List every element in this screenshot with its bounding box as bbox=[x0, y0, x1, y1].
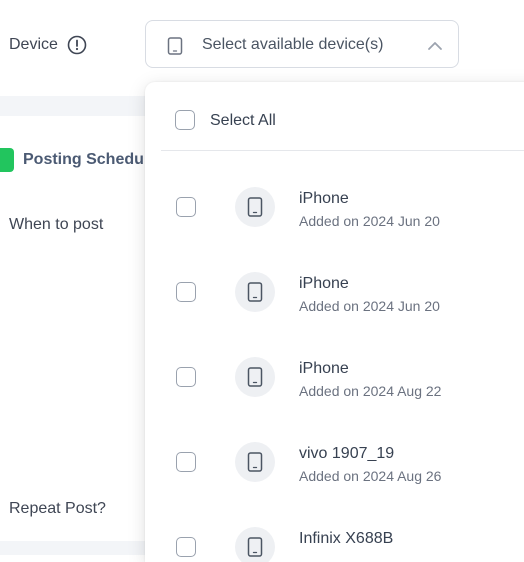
phone-icon bbox=[167, 37, 183, 60]
device-avatar bbox=[235, 357, 275, 397]
device-added-date: Added on 2024 Jun 20 bbox=[299, 298, 440, 314]
device-checkbox[interactable] bbox=[176, 452, 196, 472]
when-to-post-label: When to post bbox=[9, 216, 104, 233]
chevron-up-icon[interactable] bbox=[427, 39, 443, 57]
device-select[interactable]: Select available device(s) bbox=[145, 20, 459, 68]
device-option[interactable]: vivo 1907_19 Added on 2024 Aug 26 bbox=[145, 429, 524, 489]
exclamation-circle-icon[interactable] bbox=[67, 35, 87, 55]
phone-icon bbox=[247, 367, 263, 387]
device-avatar bbox=[235, 187, 275, 227]
device-checkbox[interactable] bbox=[176, 197, 196, 217]
device-avatar bbox=[235, 527, 275, 562]
select-all-checkbox[interactable] bbox=[175, 110, 195, 130]
device-label: Device bbox=[9, 36, 58, 53]
device-name: Infinix X688B bbox=[299, 530, 394, 547]
device-checkbox[interactable] bbox=[176, 537, 196, 557]
phone-icon bbox=[247, 197, 263, 217]
device-name: iPhone bbox=[299, 360, 349, 377]
device-option[interactable]: iPhone Added on 2024 Aug 22 bbox=[145, 344, 524, 404]
device-added-date: Added on 2024 Jun 20 bbox=[299, 213, 440, 229]
device-name: iPhone bbox=[299, 275, 349, 292]
repeat-post-label: Repeat Post? bbox=[9, 500, 106, 517]
device-added-date: Added on 2024 Aug 26 bbox=[299, 468, 442, 484]
device-select-placeholder: Select available device(s) bbox=[202, 36, 384, 53]
device-name: vivo 1907_19 bbox=[299, 445, 395, 462]
phone-icon bbox=[247, 282, 263, 302]
device-avatar bbox=[235, 272, 275, 312]
section-title: Posting Schedul bbox=[23, 151, 149, 168]
device-added-date: Added on 2024 Aug 22 bbox=[299, 383, 442, 399]
divider bbox=[161, 150, 524, 151]
phone-icon bbox=[247, 452, 263, 472]
schedule-icon bbox=[0, 148, 14, 172]
device-checkbox[interactable] bbox=[176, 367, 196, 387]
device-option[interactable]: iPhone Added on 2024 Jun 20 bbox=[145, 259, 524, 319]
device-dropdown: Select All iPhone Added on 2024 Jun 20 i… bbox=[145, 82, 524, 562]
device-name: iPhone bbox=[299, 190, 349, 207]
device-option[interactable]: iPhone Added on 2024 Jun 20 bbox=[145, 174, 524, 234]
device-checkbox[interactable] bbox=[176, 282, 196, 302]
phone-icon bbox=[247, 537, 263, 557]
select-all-label: Select All bbox=[210, 112, 276, 129]
device-avatar bbox=[235, 442, 275, 482]
